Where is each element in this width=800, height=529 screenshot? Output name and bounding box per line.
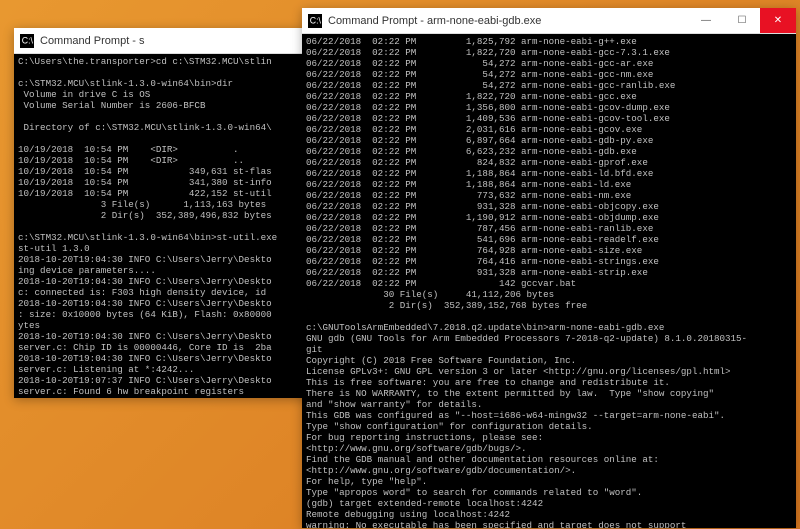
cmd-icon: C:\ xyxy=(20,34,34,48)
command-prompt-window-2[interactable]: C:\ Command Prompt - arm-none-eabi-gdb.e… xyxy=(302,8,796,528)
svg-text:C:\: C:\ xyxy=(22,35,34,45)
maximize-button[interactable]: ☐ xyxy=(724,8,760,33)
close-button[interactable]: ✕ xyxy=(760,8,796,33)
cmd-icon: C:\ xyxy=(308,14,322,28)
titlebar-2[interactable]: C:\ Command Prompt - arm-none-eabi-gdb.e… xyxy=(302,8,796,34)
window-title: Command Prompt - arm-none-eabi-gdb.exe xyxy=(328,15,688,27)
svg-text:C:\: C:\ xyxy=(310,15,322,25)
terminal-output-2[interactable]: 06/22/2018 02:22 PM 1,825,792 arm-none-e… xyxy=(302,34,796,528)
window-controls: — ☐ ✕ xyxy=(688,8,796,33)
minimize-button[interactable]: — xyxy=(688,8,724,33)
